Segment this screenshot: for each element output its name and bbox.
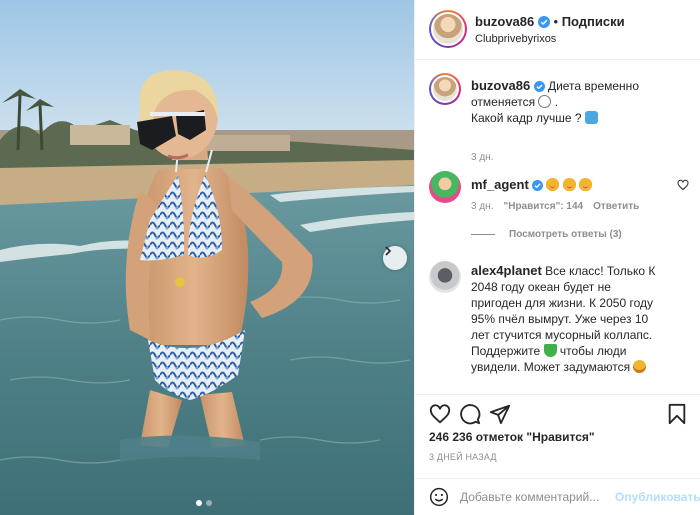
share-icon[interactable] xyxy=(489,403,511,425)
heart-eyes-emoji-icon xyxy=(562,178,576,191)
likes-count[interactable]: 246 236 отметок "Нравится" xyxy=(429,430,595,444)
add-comment-bar: Опубликовать xyxy=(415,478,700,515)
caption-time: 3 дн. xyxy=(471,152,494,163)
post-photo[interactable] xyxy=(0,0,414,515)
post-actions: 246 236 отметок "Нравится" 3 ДНЕЙ НАЗАД xyxy=(415,394,700,462)
comment-item: mf_agent 3 дн. "Нравится": 144 Ответить xyxy=(429,171,691,246)
worried-emoji-icon xyxy=(633,360,647,373)
wave-emoji-icon xyxy=(584,111,598,124)
comment-item: alex4planet Все класс! Только К 2048 год… xyxy=(429,261,691,391)
publish-button[interactable]: Опубликовать xyxy=(615,490,700,504)
heart-eyes-emoji-icon xyxy=(579,178,593,191)
comment-icon[interactable] xyxy=(459,403,481,425)
comment-time: 3 дн. xyxy=(471,201,494,212)
bookmark-icon[interactable] xyxy=(667,403,687,425)
verified-icon xyxy=(532,180,544,191)
green-heart-emoji-icon xyxy=(543,344,557,357)
view-replies-label: Посмотреть ответы (3) xyxy=(509,229,622,240)
post-sidebar: buzova86 • Подписки Clubprivebyrixos buz… xyxy=(414,0,700,515)
chevron-right-icon xyxy=(385,246,392,256)
like-comment-heart-icon[interactable] xyxy=(677,179,689,191)
reply-button[interactable]: Ответить xyxy=(593,201,639,212)
caption-line2: отменяется xyxy=(471,95,536,109)
header-separator: • xyxy=(553,14,559,29)
commenter-avatar[interactable] xyxy=(429,261,461,293)
author-username[interactable]: buzova86 xyxy=(475,14,534,29)
carousel-dot xyxy=(206,500,212,506)
post-date: 3 ДНЕЙ НАЗАД xyxy=(429,452,497,462)
instagram-post: buzova86 • Подписки Clubprivebyrixos buz… xyxy=(0,0,700,515)
heart-eyes-emoji-icon xyxy=(546,178,560,191)
verified-icon xyxy=(533,81,545,92)
caption-username[interactable]: buzova86 xyxy=(471,78,530,93)
comment-meta: 3 дн. "Нравится": 144 Ответить xyxy=(471,201,639,212)
caption-meta: 3 дн. xyxy=(471,152,493,163)
caption-line1: Диета временно xyxy=(547,79,639,93)
beach-photo xyxy=(0,0,414,515)
verified-icon xyxy=(537,16,550,28)
comment-username[interactable]: alex4planet xyxy=(471,263,542,278)
post-header: buzova86 • Подписки Clubprivebyrixos xyxy=(415,0,700,60)
next-photo-button[interactable] xyxy=(383,246,407,270)
comments-list[interactable]: buzova86 Диета временно отменяется . Как… xyxy=(415,61,700,394)
commenter-avatar[interactable] xyxy=(429,171,461,203)
heart-icon[interactable] xyxy=(429,403,451,425)
smile-icon[interactable] xyxy=(429,487,449,507)
view-replies-button[interactable]: Посмотреть ответы (3) xyxy=(471,229,622,240)
following-button[interactable]: Подписки xyxy=(562,14,625,29)
ghost-emoji-icon xyxy=(538,95,552,108)
carousel-dots xyxy=(196,500,212,506)
caption-row: buzova86 Диета временно отменяется . Как… xyxy=(429,73,691,163)
comment-username[interactable]: mf_agent xyxy=(471,177,529,192)
author-avatar[interactable] xyxy=(429,73,461,105)
comment-input[interactable] xyxy=(460,488,610,506)
caption-line3: Какой кадр лучше ? xyxy=(471,111,582,125)
post-location[interactable]: Clubprivebyrixos xyxy=(475,33,556,45)
author-avatar[interactable] xyxy=(429,10,467,48)
carousel-dot xyxy=(196,500,202,506)
comment-likes[interactable]: "Нравится": 144 xyxy=(503,201,583,212)
